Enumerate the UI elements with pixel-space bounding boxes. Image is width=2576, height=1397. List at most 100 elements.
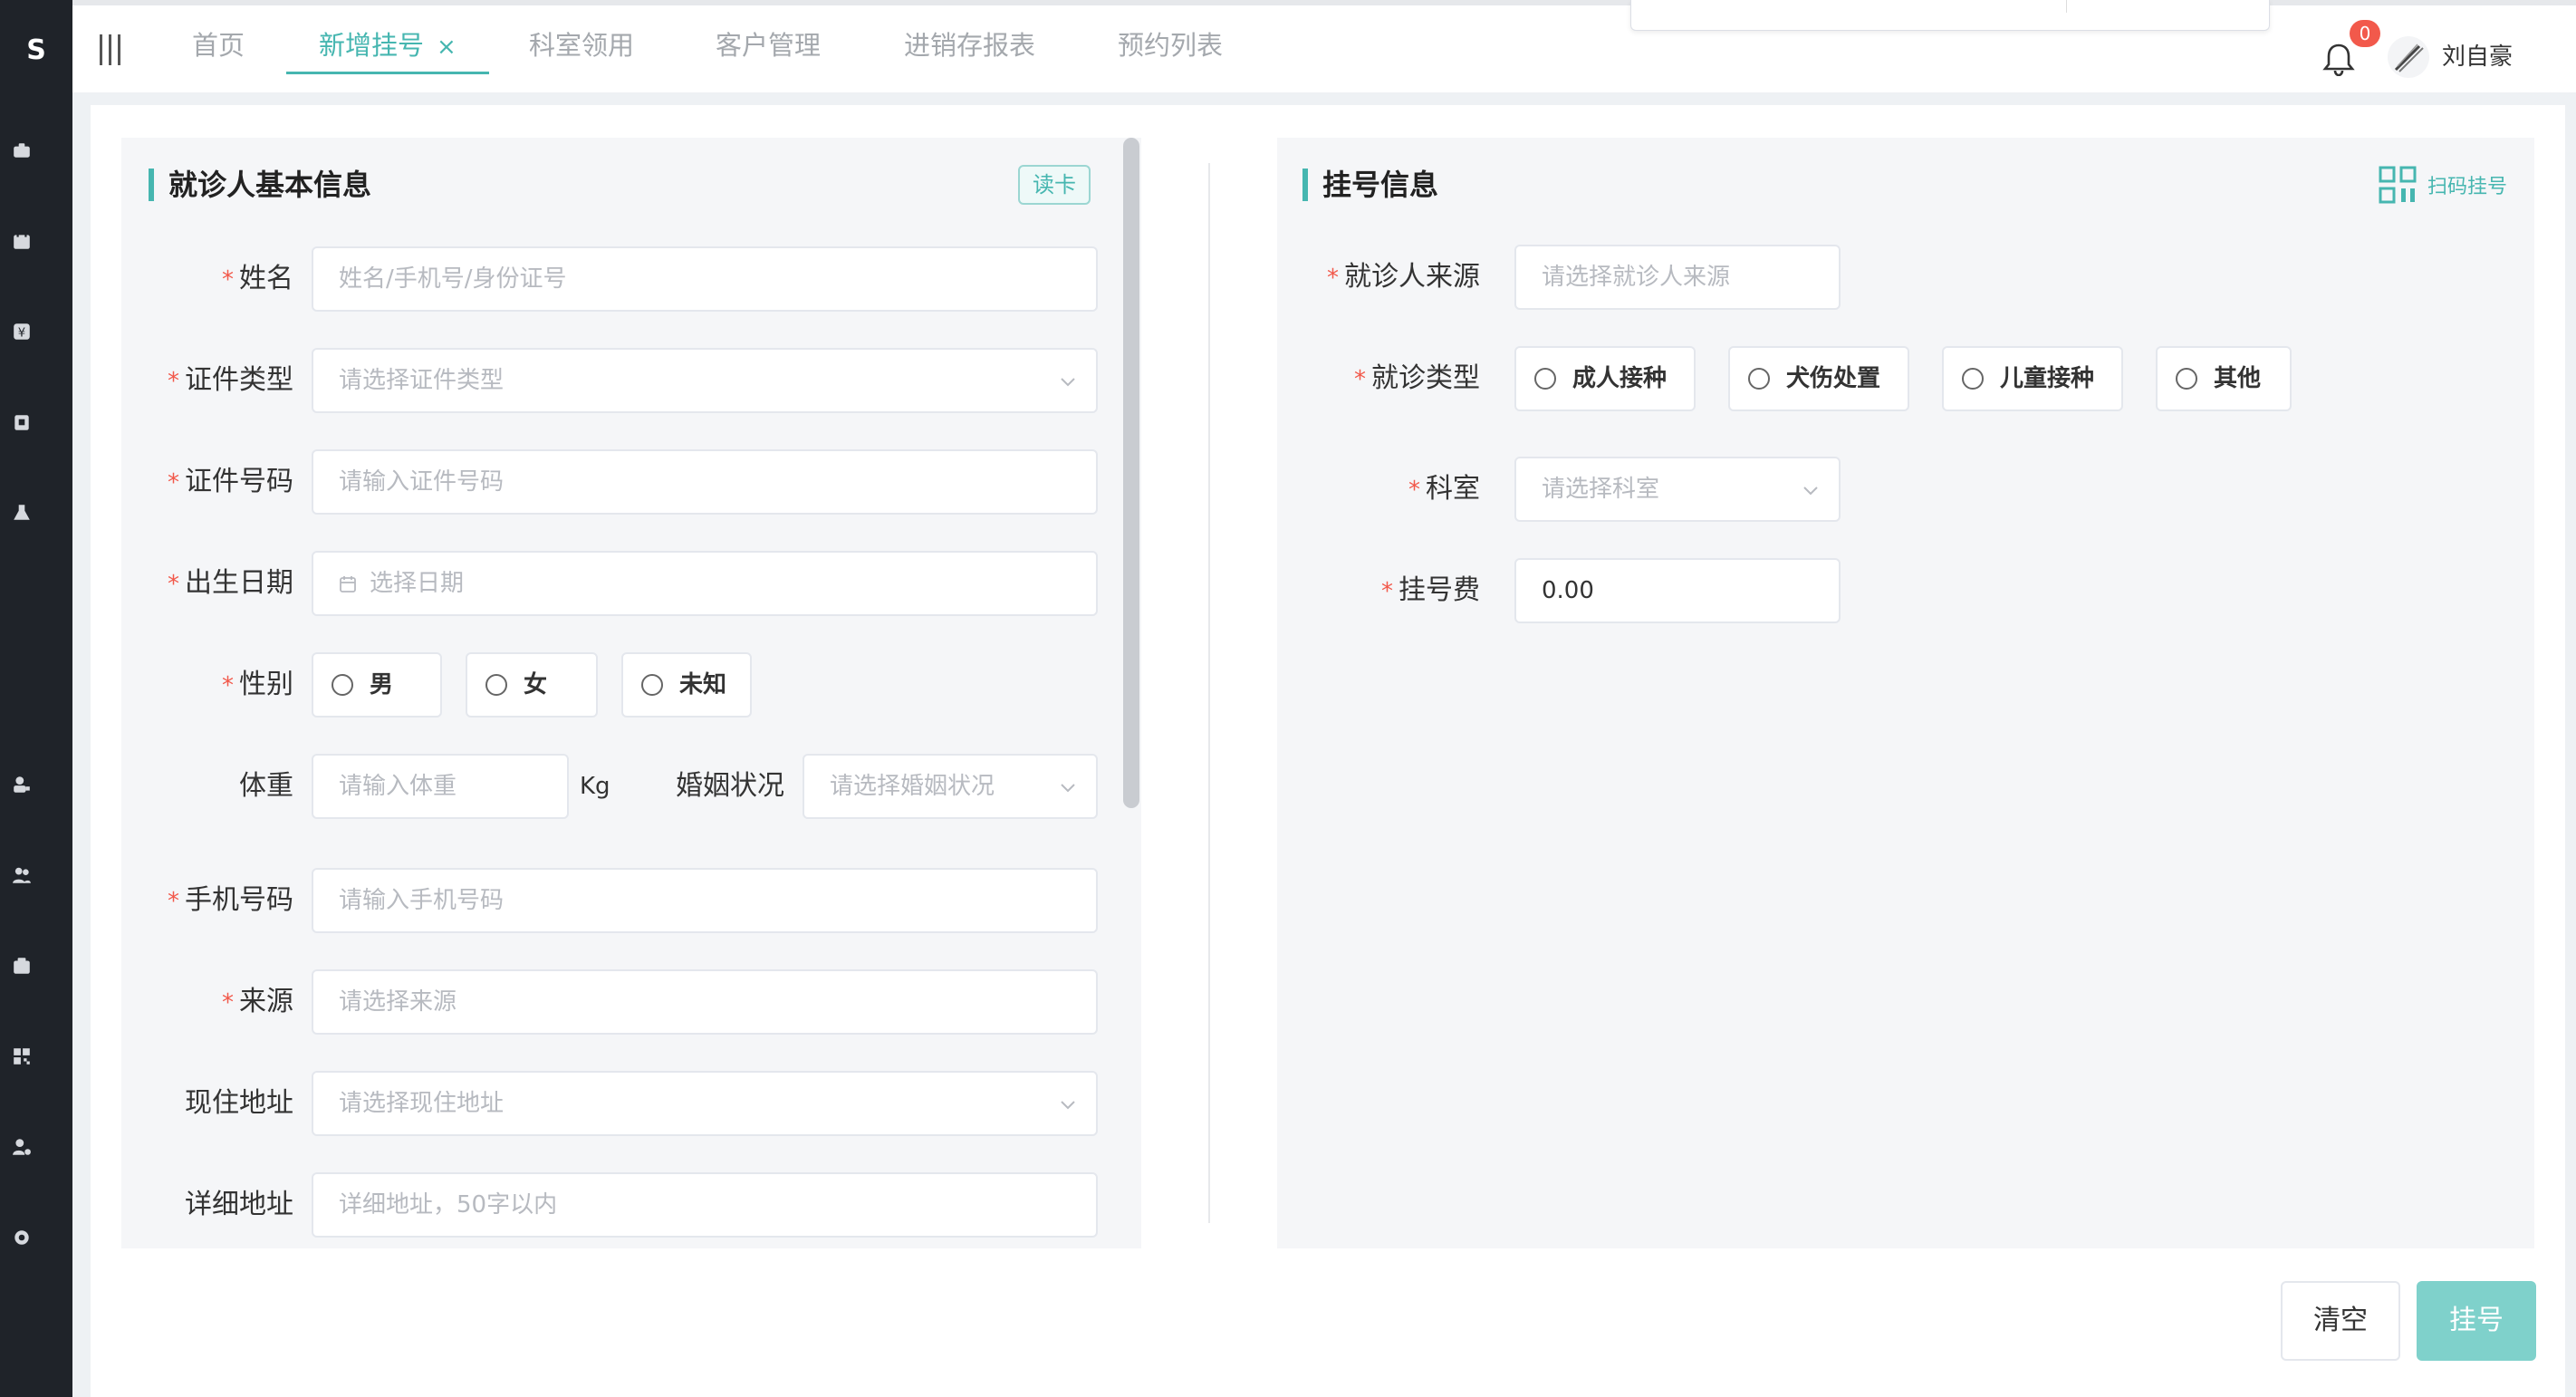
qrcode-icon bbox=[2379, 166, 2417, 204]
doctor-icon[interactable] bbox=[9, 772, 34, 797]
label-text: 就诊类型 bbox=[1371, 362, 1480, 394]
gender-radio-unknown[interactable]: 未知 bbox=[621, 652, 752, 718]
required-mark: * bbox=[1354, 366, 1366, 393]
radio-label: 犬伤处置 bbox=[1786, 365, 1881, 392]
chevron-down-icon bbox=[1061, 378, 1075, 387]
bell-icon[interactable] bbox=[2322, 42, 2355, 77]
radio-label: 儿童接种 bbox=[2000, 365, 2095, 392]
settings-icon[interactable] bbox=[9, 1225, 34, 1250]
id-type-select[interactable]: 请选择证件类型 bbox=[312, 348, 1098, 413]
medicine-box-icon[interactable] bbox=[9, 953, 34, 978]
radio-label: 未知 bbox=[679, 671, 727, 698]
clear-button[interactable]: 清空 bbox=[2281, 1281, 2400, 1361]
tab-customer-management[interactable]: 客户管理 bbox=[716, 25, 821, 74]
label-text: 姓名 bbox=[239, 263, 293, 294]
placeholder: 请选择科室 bbox=[1542, 476, 1660, 503]
tab-label: 首页 bbox=[192, 30, 245, 61]
tab-inventory-report[interactable]: 进销存报表 bbox=[904, 25, 1035, 74]
weight-unit: Kg bbox=[580, 773, 610, 800]
calendar-icon bbox=[340, 576, 356, 593]
birth-date-label: * 出生日期 bbox=[145, 551, 293, 616]
fee-label: * 挂号费 bbox=[1350, 558, 1480, 623]
placeholder: 选择日期 bbox=[370, 570, 465, 597]
id-number-input[interactable]: 请输入证件号码 bbox=[312, 449, 1098, 515]
avatar[interactable] bbox=[2388, 36, 2429, 78]
label-text: 手机号码 bbox=[185, 884, 293, 916]
patient-source-label: * 就诊人来源 bbox=[1313, 245, 1480, 310]
address-select[interactable]: 请选择现住地址 bbox=[312, 1071, 1098, 1136]
tab-label: 进销存报表 bbox=[904, 30, 1036, 61]
menu-toggle-icon[interactable] bbox=[98, 34, 123, 65]
register-button[interactable]: 挂号 bbox=[2417, 1281, 2536, 1361]
tab-label: 新增挂号 bbox=[319, 30, 425, 61]
name-input[interactable]: 姓名/手机号/身份证号 bbox=[312, 246, 1098, 312]
visit-type-label: * 就诊类型 bbox=[1331, 346, 1480, 411]
inventory-icon[interactable] bbox=[9, 409, 34, 435]
marital-label: 婚姻状况 bbox=[676, 770, 784, 802]
tab-label: 预约列表 bbox=[1118, 30, 1224, 61]
gender-radio-male[interactable]: 男 bbox=[312, 652, 442, 718]
tab-new-registration[interactable]: 新增挂号 × bbox=[286, 25, 489, 74]
required-mark: * bbox=[222, 266, 234, 294]
patient-source-select[interactable]: 请选择就诊人来源 bbox=[1514, 245, 1841, 310]
tab-appointment-list[interactable]: 预约列表 bbox=[1118, 25, 1223, 74]
required-mark: * bbox=[168, 469, 179, 496]
phone-input[interactable]: 请输入手机号码 bbox=[312, 868, 1098, 933]
tab-label: 科室领用 bbox=[529, 30, 635, 61]
department-select[interactable]: 请选择科室 bbox=[1514, 457, 1841, 522]
required-mark: * bbox=[168, 571, 179, 598]
yen-icon[interactable]: ¥ bbox=[9, 319, 34, 344]
label-text: 证件类型 bbox=[185, 364, 293, 396]
fee-input[interactable]: 0.00 bbox=[1514, 558, 1841, 623]
required-mark: * bbox=[168, 368, 179, 395]
required-mark: * bbox=[1408, 477, 1420, 504]
notification-badge: 0 bbox=[2350, 20, 2380, 47]
weight-input[interactable]: 请输入体重 bbox=[312, 754, 569, 819]
qrcode-icon[interactable] bbox=[9, 1044, 34, 1069]
visit-type-dog-bite[interactable]: 犬伤处置 bbox=[1728, 346, 1909, 411]
radio-circle bbox=[641, 674, 663, 696]
label-text: 挂号费 bbox=[1399, 574, 1480, 606]
label-text: 证件号码 bbox=[185, 466, 293, 497]
radio-label: 男 bbox=[370, 671, 394, 698]
placeholder: 请选择证件类型 bbox=[339, 367, 505, 394]
users-icon[interactable] bbox=[9, 862, 34, 888]
placeholder: 姓名/手机号/身份证号 bbox=[339, 265, 567, 293]
visit-type-other[interactable]: 其他 bbox=[2156, 346, 2292, 411]
close-icon[interactable]: × bbox=[437, 34, 457, 61]
address-detail-input[interactable]: 详细地址，50字以内 bbox=[312, 1172, 1098, 1238]
required-mark: * bbox=[222, 989, 234, 1016]
birth-date-picker[interactable]: 选择日期 bbox=[312, 551, 1098, 616]
tab-department-usage[interactable]: 科室领用 bbox=[529, 25, 634, 74]
radio-circle bbox=[1748, 368, 1770, 390]
gender-label: * 性别 bbox=[181, 652, 293, 718]
id-number-label: * 证件号码 bbox=[145, 449, 293, 515]
address-label: 现住地址 bbox=[185, 1087, 293, 1119]
marital-select[interactable]: 请选择婚姻状况 bbox=[803, 754, 1098, 819]
label-text: 出生日期 bbox=[185, 567, 293, 599]
radio-label: 其他 bbox=[2214, 365, 2262, 392]
placeholder: 请输入证件号码 bbox=[339, 468, 505, 496]
top-bar: 首页 新增挂号 × 科室领用 客户管理 进销存报表 预约列表 0 刘自豪 bbox=[72, 0, 2576, 92]
radio-circle bbox=[1534, 368, 1556, 390]
chevron-down-icon bbox=[1803, 487, 1818, 496]
user-settings-icon[interactable] bbox=[9, 1134, 34, 1160]
lab-icon[interactable] bbox=[9, 500, 34, 525]
read-card-button[interactable]: 读卡 bbox=[1018, 165, 1091, 205]
calendar-icon[interactable] bbox=[9, 228, 34, 254]
source-select[interactable]: 请选择来源 bbox=[312, 969, 1098, 1035]
gender-radio-female[interactable]: 女 bbox=[466, 652, 598, 718]
visit-type-child-vaccine[interactable]: 儿童接种 bbox=[1942, 346, 2123, 411]
id-type-label: * 证件类型 bbox=[145, 348, 293, 413]
weight-label: 体重 bbox=[239, 770, 293, 802]
tab-home[interactable]: 首页 bbox=[192, 25, 245, 74]
label-text: 就诊人来源 bbox=[1344, 261, 1480, 293]
tab-label: 客户管理 bbox=[716, 30, 822, 61]
scan-register-button[interactable]: 扫码挂号 bbox=[2379, 163, 2507, 207]
visit-type-adult-vaccine[interactable]: 成人接种 bbox=[1514, 346, 1696, 411]
chevron-down-icon bbox=[1061, 784, 1075, 793]
user-name[interactable]: 刘自豪 bbox=[2442, 40, 2513, 74]
department-label: * 科室 bbox=[1368, 457, 1480, 522]
clinic-icon[interactable] bbox=[9, 138, 34, 163]
scrollbar[interactable] bbox=[1123, 138, 1139, 808]
